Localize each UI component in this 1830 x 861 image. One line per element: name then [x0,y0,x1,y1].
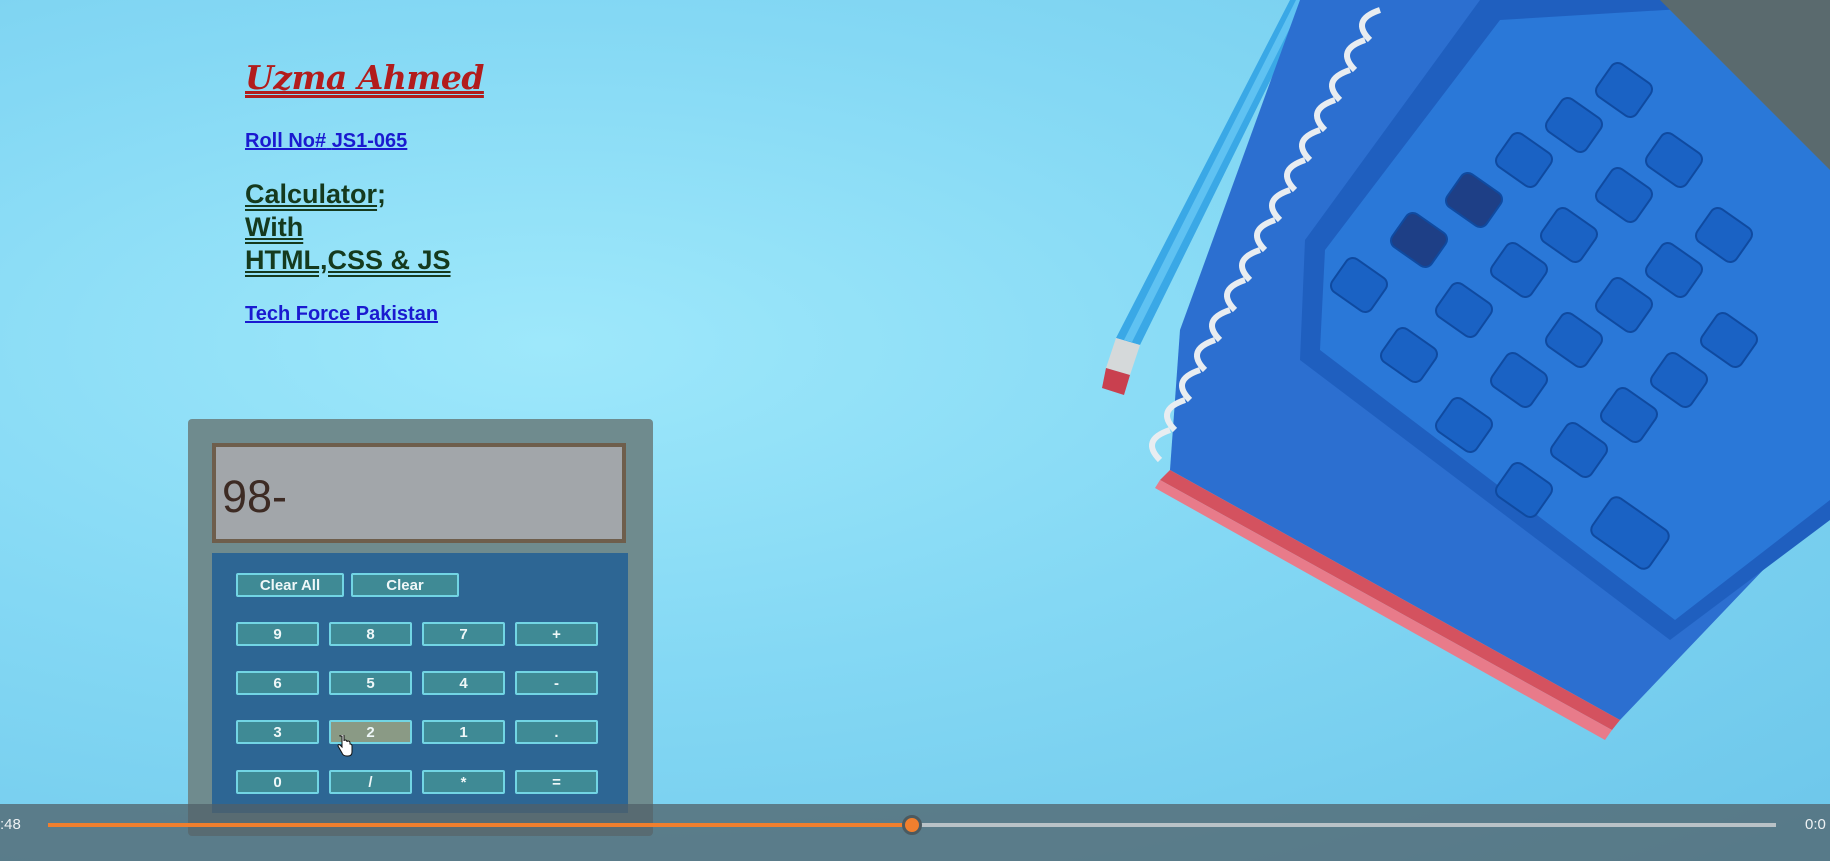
calculator-display: 98- [212,443,626,543]
key-multiply-button[interactable]: * [422,770,505,794]
key-minus-button[interactable]: - [515,671,598,695]
title-line-2: With [245,212,304,242]
remaining-time: 0:0 [1805,816,1826,833]
clear-all-button[interactable]: Clear All [236,573,344,597]
video-progress-handle[interactable] [902,815,922,835]
video-progress-fill [48,823,912,827]
organization-link[interactable]: Tech Force Pakistan [245,303,438,326]
key-3-button[interactable]: 3 [236,720,319,744]
key-equals-button[interactable]: = [515,770,598,794]
key-7-button[interactable]: 7 [422,622,505,646]
key-9-button[interactable]: 9 [236,622,319,646]
key-decimal-button[interactable]: . [515,720,598,744]
page-title: Calculator; With HTML,CSS & JS [245,178,451,277]
key-5-button[interactable]: 5 [329,671,412,695]
title-line-3: HTML,CSS & JS [245,245,451,275]
roll-number-link[interactable]: Roll No# JS1-065 [245,130,407,153]
key-1-button[interactable]: 1 [422,720,505,744]
author-name: Uzma Ahmed [245,58,484,97]
clear-button[interactable]: Clear [351,573,459,597]
key-8-button[interactable]: 8 [329,622,412,646]
roll-label: Roll No# [245,130,327,152]
title-line-1: Calculator [245,179,378,209]
hand-pointer-cursor-icon [337,735,353,757]
key-0-button[interactable]: 0 [236,770,319,794]
key-4-button[interactable]: 4 [422,671,505,695]
title-line-1-suffix: ; [377,179,387,209]
key-plus-button[interactable]: + [515,622,598,646]
elapsed-time: :48 [0,816,21,833]
roll-number: JS1-065 [331,130,408,152]
key-divide-button[interactable]: / [329,770,412,794]
key-6-button[interactable]: 6 [236,671,319,695]
